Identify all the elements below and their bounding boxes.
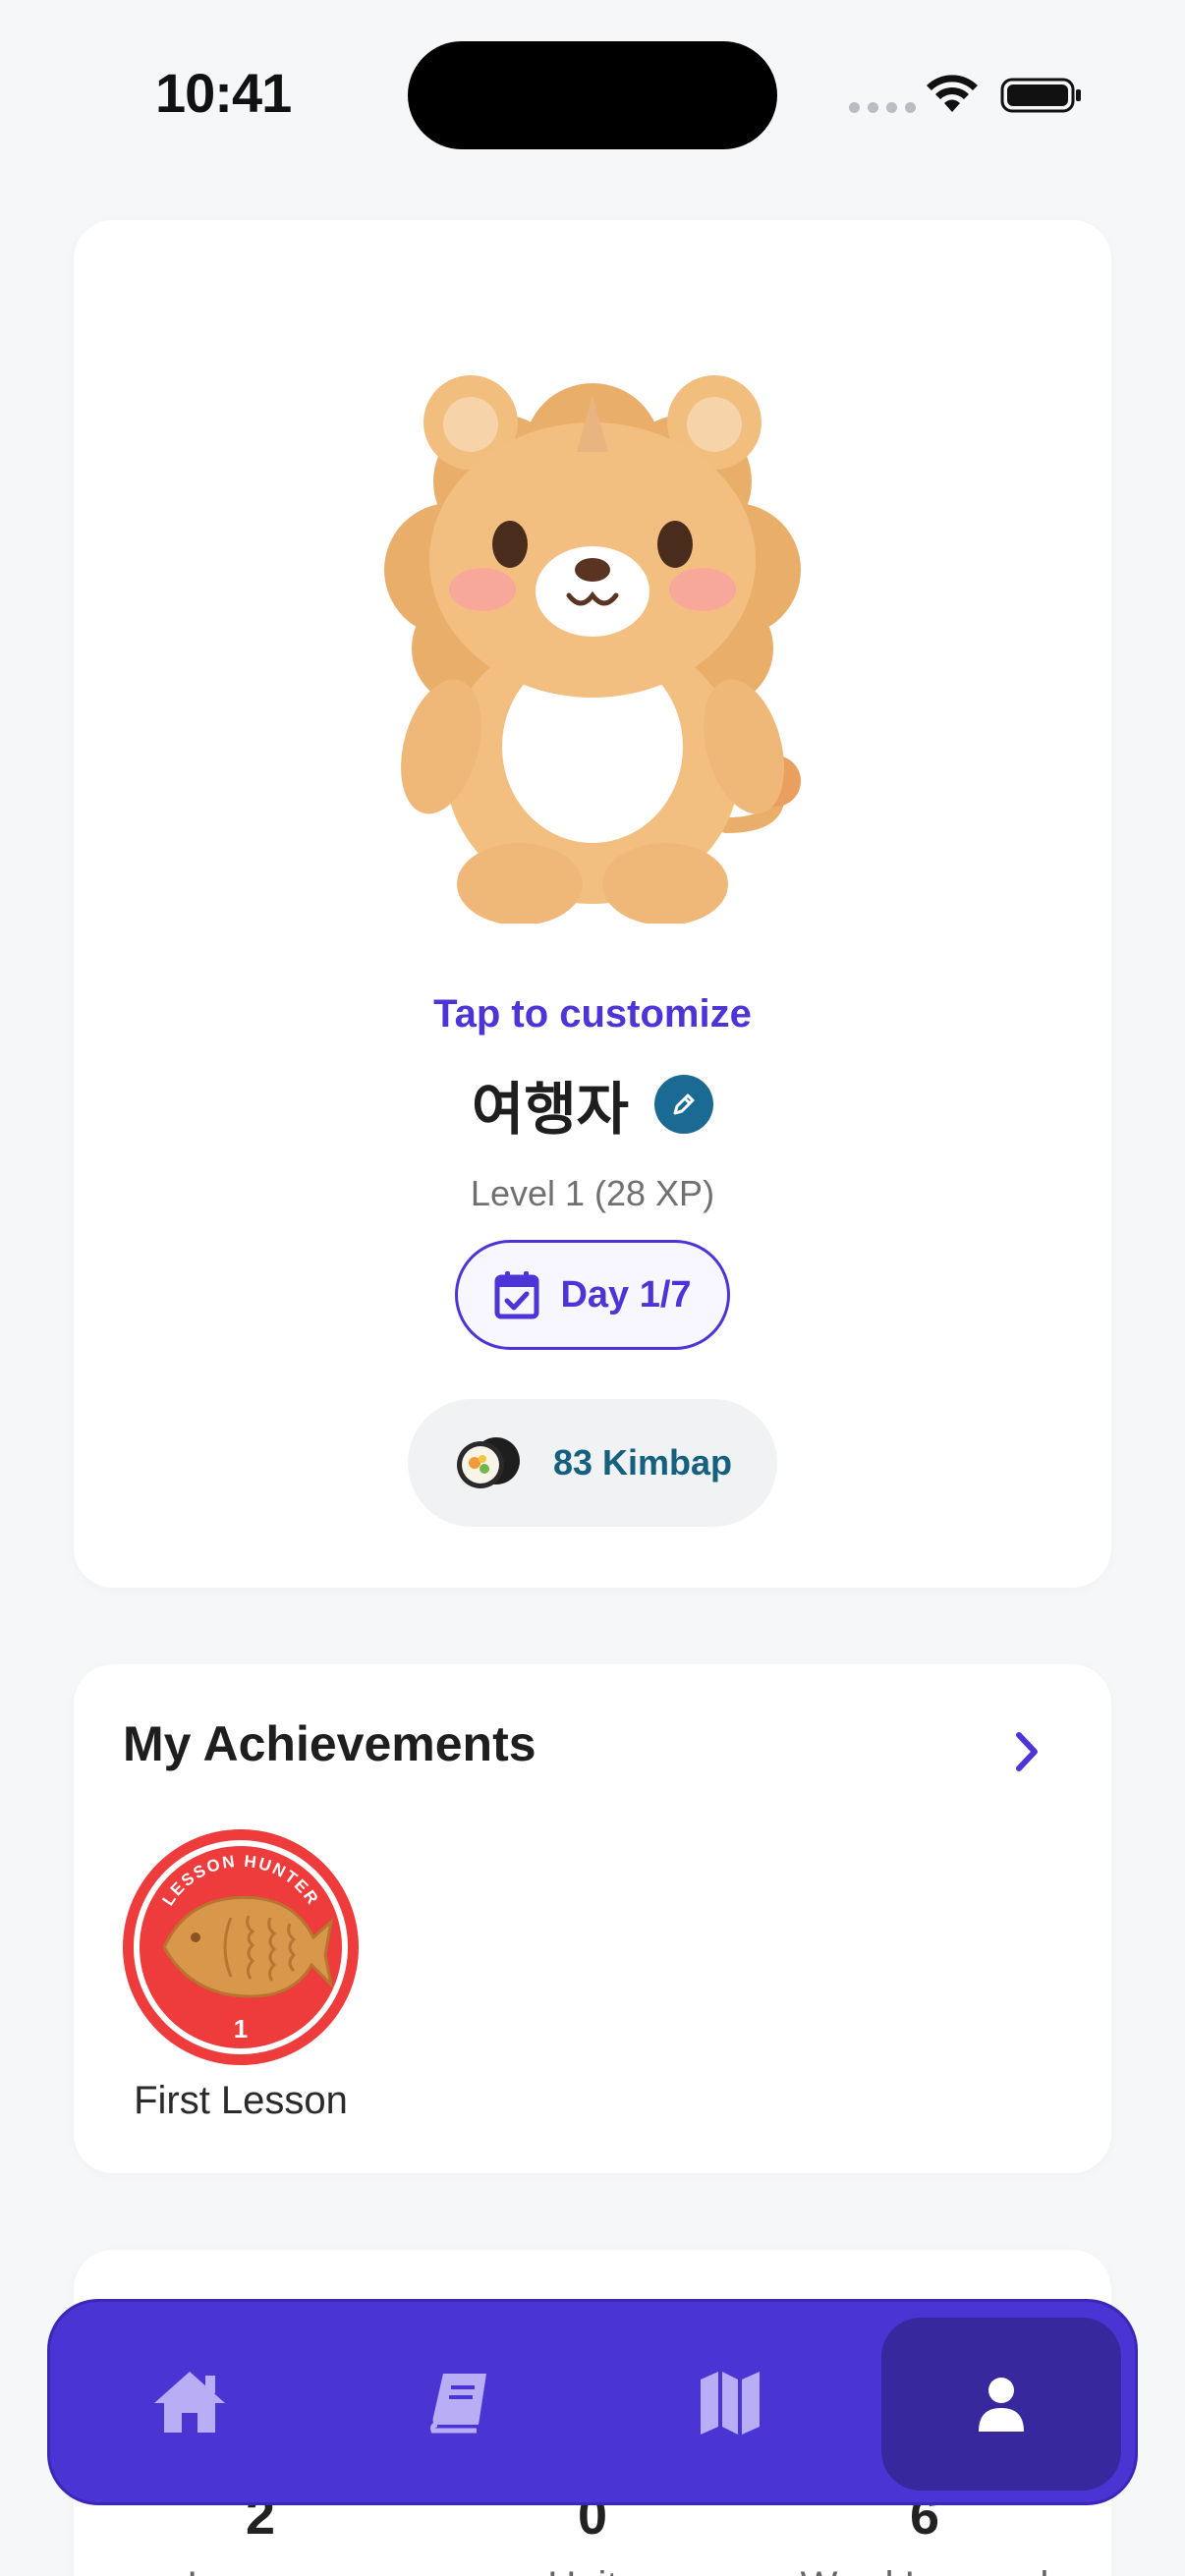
svg-text:1: 1 bbox=[234, 2014, 248, 2044]
level-text: Level 1 (28 XP) bbox=[470, 1173, 715, 1213]
edit-name-button[interactable] bbox=[654, 1075, 714, 1134]
day-label: Day 1/7 bbox=[560, 1273, 692, 1316]
cellular-signal-icon bbox=[849, 102, 916, 113]
profile-card: Tap to customize 여행자 Level 1 (28 XP) Day… bbox=[74, 220, 1111, 1588]
lesson-hunter-badge[interactable]: LESSON HUNTER 1 bbox=[121, 1827, 361, 2067]
nav-lessons[interactable] bbox=[343, 2302, 579, 2502]
stat-label: Word Learned bbox=[758, 2564, 1092, 2576]
wifi-icon bbox=[927, 75, 978, 112]
nav-profile[interactable] bbox=[881, 2318, 1121, 2491]
username: 여행자 bbox=[471, 1076, 630, 1143]
status-time: 10:41 bbox=[155, 62, 292, 124]
username-row: 여행자 bbox=[74, 1063, 1111, 1146]
battery-icon bbox=[1000, 78, 1081, 113]
kimbap-label: 83 Kimbap bbox=[552, 1442, 733, 1483]
kimbap-balance-pill[interactable]: 83 Kimbap bbox=[408, 1399, 777, 1527]
stat-label: Units bbox=[425, 2564, 760, 2576]
kimbap-icon bbox=[456, 1437, 520, 1488]
achievements-card: My Achievements LESSON HUNTER 1 First Le… bbox=[74, 1664, 1111, 2173]
home-icon bbox=[154, 2372, 225, 2433]
customize-avatar-link[interactable]: Tap to customize bbox=[74, 992, 1111, 1036]
pencil-icon bbox=[673, 1093, 695, 1115]
day-streak-pill[interactable]: Day 1/7 bbox=[455, 1240, 730, 1350]
dynamic-island bbox=[408, 41, 777, 149]
lion-mascot-image[interactable] bbox=[363, 334, 822, 924]
achievements-title: My Achievements bbox=[123, 1716, 536, 1771]
status-bar: 10:41 bbox=[0, 0, 1185, 187]
map-icon bbox=[701, 2372, 760, 2435]
chevron-right-icon[interactable] bbox=[1007, 1727, 1046, 1776]
nav-home[interactable] bbox=[72, 2302, 308, 2502]
bottom-nav-bar bbox=[47, 2299, 1138, 2505]
profile-icon bbox=[979, 2378, 1024, 2432]
badge-label: First Lesson bbox=[134, 2079, 348, 2122]
nav-map[interactable] bbox=[612, 2302, 848, 2502]
book-icon bbox=[430, 2374, 486, 2434]
calendar-check-icon bbox=[494, 1271, 539, 1319]
stat-label: Lessons bbox=[93, 2564, 427, 2576]
